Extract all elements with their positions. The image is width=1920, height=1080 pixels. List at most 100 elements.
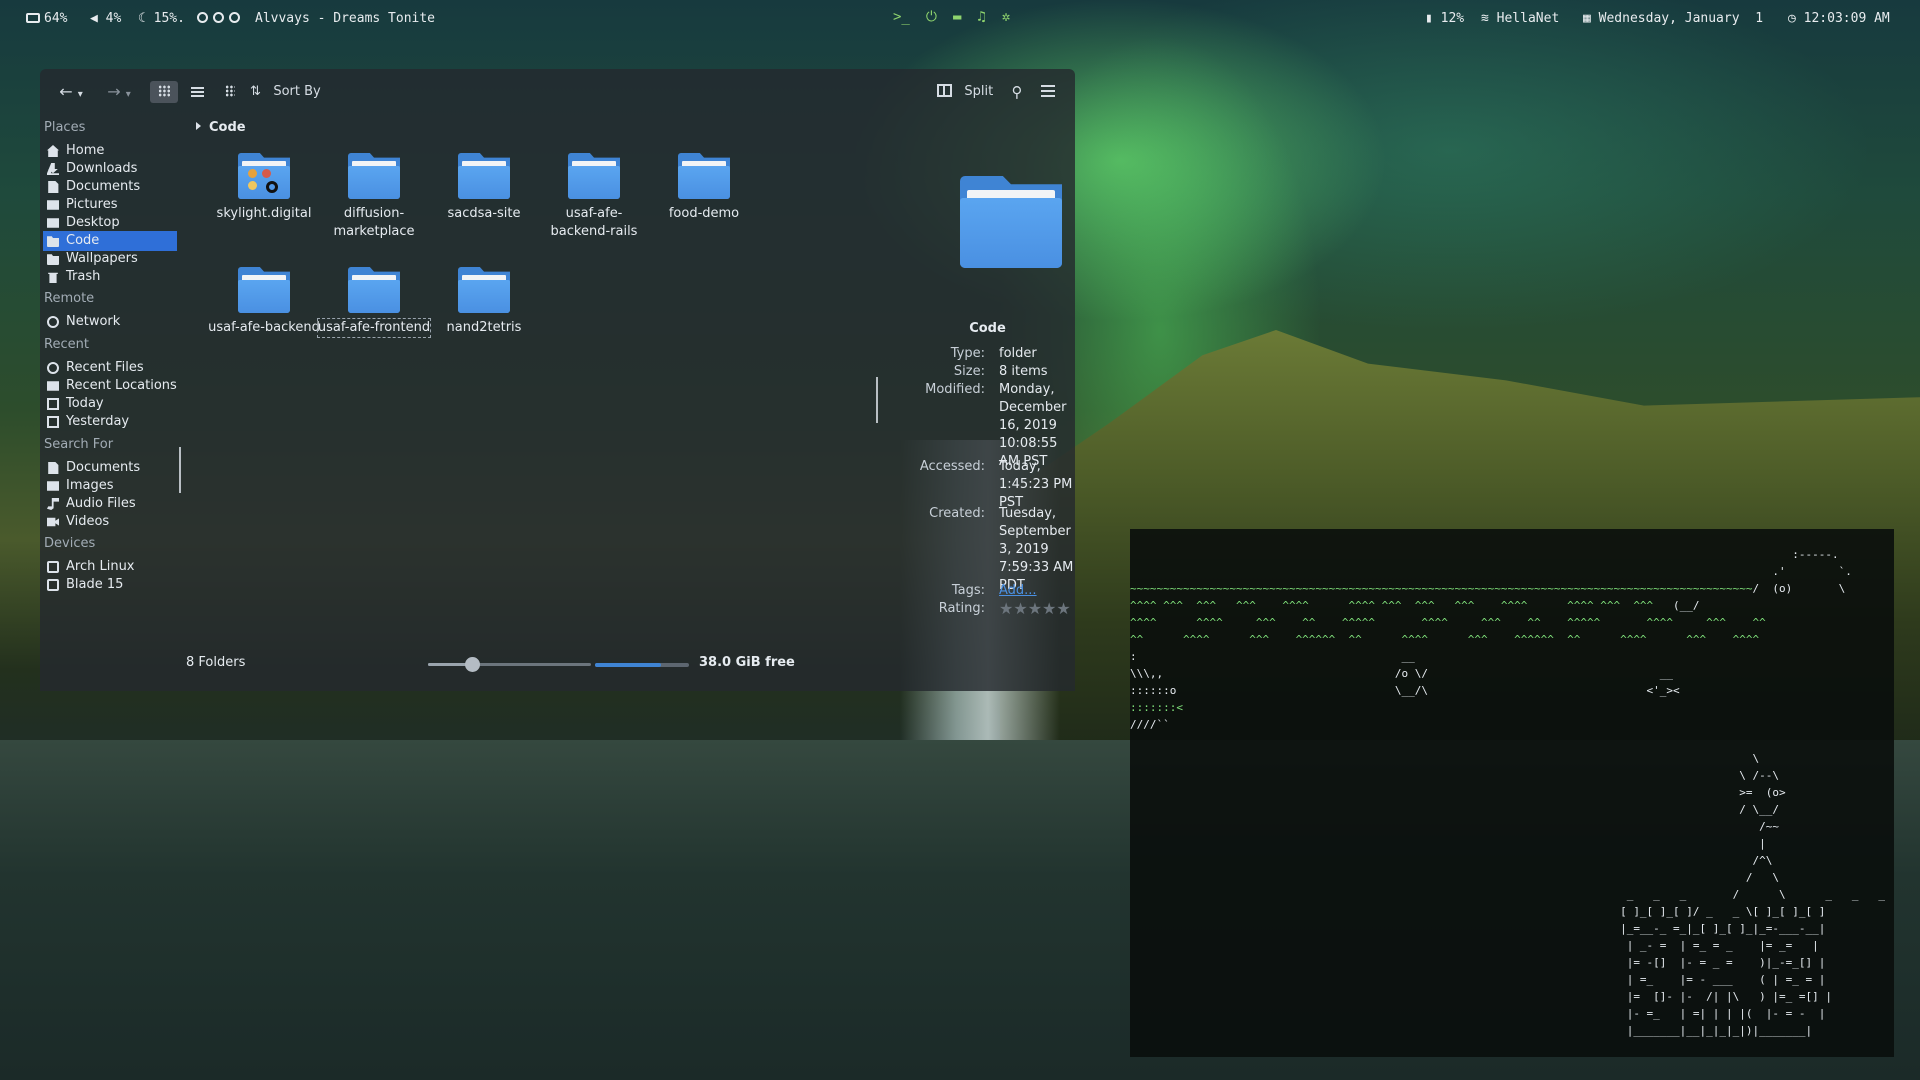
calendar-icon: ▦ [1583, 11, 1591, 26]
sidebar-item-search-documents[interactable]: Documents [43, 458, 177, 478]
menu-button[interactable] [1036, 81, 1060, 103]
next-icon[interactable] [229, 12, 240, 23]
sidebar-scrollbar[interactable] [179, 447, 181, 493]
folder-item[interactable]: food-demo [644, 153, 764, 223]
ascii-aquarium: :-----. .' `. ~~~~~~~~~~~~~~~~~~~~~~~~~~… [1130, 548, 1885, 1037]
calendar-icon [47, 416, 59, 428]
video-icon [47, 517, 59, 527]
content-area: Code skylight.digital diffusion- marketp… [184, 113, 894, 691]
info-panel: Code Type: folder Size: 8 items Modified: M… [900, 113, 1075, 691]
folder-item[interactable]: skylight.digital [204, 153, 324, 223]
wifi-icon: ≋ [1481, 11, 1489, 26]
skylight-emblem-icon [248, 169, 280, 195]
breadcrumb[interactable]: Code [196, 120, 246, 135]
speaker-icon: ◀ [90, 11, 98, 26]
sidebar-item-trash[interactable]: Trash [43, 267, 177, 287]
date-indicator[interactable]: ▦ Wednesday, January 1 [1583, 11, 1763, 26]
power-icon[interactable]: ⏻ [926, 9, 937, 25]
split-button[interactable]: Split [937, 81, 1002, 103]
right-battery-indicator[interactable]: ▮ 12% [1425, 11, 1464, 26]
previous-icon[interactable] [197, 12, 208, 23]
sidebar-item-yesterday[interactable]: Yesterday [43, 412, 177, 432]
gamepad-icon[interactable]: ✲ [1002, 9, 1010, 25]
icon-view-button[interactable] [150, 81, 178, 103]
battery-indicator[interactable]: 64% [26, 11, 67, 26]
sidebar-item-recent-files[interactable]: Recent Files [43, 358, 177, 378]
download-icon [47, 163, 59, 175]
search-for-heading: Search For [44, 437, 114, 452]
zoom-slider-handle[interactable] [465, 657, 480, 672]
sidebar-item-arch-linux[interactable]: Arch Linux [43, 557, 177, 577]
grid-icon [157, 85, 171, 97]
sidebar-item-blade-15[interactable]: Blade 15 [43, 575, 177, 595]
network-icon [47, 316, 59, 328]
sidebar-item-documents[interactable]: Documents [43, 177, 177, 197]
sidebar-item-downloads[interactable]: Downloads [43, 159, 177, 179]
list-view-button[interactable] [183, 81, 211, 103]
sidebar-item-desktop[interactable]: Desktop [43, 213, 177, 233]
disk-usage-fill [595, 663, 661, 667]
image-icon [47, 481, 59, 491]
calendar-icon [47, 398, 59, 410]
compact-grid-icon [225, 85, 235, 97]
devices-heading: Devices [44, 536, 96, 551]
chevron-down-icon[interactable]: ▾ [126, 89, 131, 100]
disk-icon [47, 561, 59, 573]
sidebar-item-search-images[interactable]: Images [43, 476, 177, 496]
sidebar-item-search-videos[interactable]: Videos [43, 512, 177, 532]
add-tags-link[interactable]: Add... [999, 582, 1075, 600]
content-scrollbar[interactable] [876, 377, 878, 423]
folder-item[interactable]: sacdsa-site [424, 153, 544, 223]
folder-item[interactable]: usaf-afe-frontend [314, 267, 434, 338]
folder-icon [458, 153, 510, 199]
sidebar-item-code[interactable]: Code [43, 231, 177, 251]
search-icon: ⚲ [1011, 83, 1023, 101]
terminal-icon[interactable]: >_ [893, 9, 910, 25]
music-icon[interactable]: ♫ [977, 9, 985, 25]
folder-icon [238, 267, 290, 313]
desktop-icon [47, 218, 59, 228]
hamburger-icon [1041, 85, 1055, 97]
document-icon [48, 462, 59, 474]
wifi-indicator[interactable]: ≋ HellaNet [1481, 11, 1559, 26]
sidebar-item-home[interactable]: Home [43, 141, 177, 161]
sidebar-item-search-audio[interactable]: Audio Files [43, 494, 177, 514]
sort-by-button[interactable]: ⇅ Sort By [250, 81, 355, 103]
folder-item[interactable]: diffusion- marketplace [314, 153, 434, 241]
file-manager-window: ← ▾ → ▾ ⇅ Sort By Split ⚲ Places Home Do… [40, 69, 1075, 691]
remote-heading: Remote [44, 291, 95, 306]
sidebar-item-pictures[interactable]: Pictures [43, 195, 177, 215]
sidebar-item-recent-locations[interactable]: Recent Locations [43, 376, 177, 396]
back-button[interactable]: ← ▾ [54, 81, 88, 103]
brightness-indicator[interactable]: ☾ 15%. [138, 11, 185, 26]
folder-item[interactable]: usaf-afe-backend [204, 267, 324, 337]
rating-stars[interactable]: ★★★★★ [999, 600, 1071, 618]
forward-button[interactable]: → ▾ [102, 81, 136, 103]
folder-icon [458, 267, 510, 313]
search-button[interactable]: ⚲ [1005, 81, 1029, 103]
volume-indicator[interactable]: ◀ 4% [90, 11, 121, 26]
trash-icon [48, 272, 58, 283]
folder-icon[interactable]: ▬ [953, 9, 961, 25]
folder-icon [678, 153, 730, 199]
play-pause-icon[interactable] [213, 12, 224, 23]
home-icon [47, 145, 59, 157]
toolbar: ← ▾ → ▾ ⇅ Sort By Split ⚲ [40, 69, 1075, 113]
zoom-slider[interactable] [428, 657, 591, 672]
folder-item[interactable]: nand2tetris [424, 267, 544, 337]
terminal-window[interactable]: :-----. .' `. ~~~~~~~~~~~~~~~~~~~~~~~~~~… [1130, 529, 1894, 1057]
folder-item[interactable]: usaf-afe- backend-rails [534, 153, 654, 241]
sidebar: Places Home Downloads Documents Pictures… [40, 113, 184, 691]
clock[interactable]: ◷ 12:03:09 AM [1788, 11, 1890, 26]
chevron-down-icon[interactable]: ▾ [78, 89, 83, 100]
clock-icon: ◷ [1788, 11, 1796, 26]
moon-icon: ☾ [138, 11, 146, 26]
compact-view-button[interactable] [216, 81, 244, 103]
now-playing: Alvvays - Dreams Tonite [255, 11, 436, 26]
sidebar-item-network[interactable]: Network [43, 312, 177, 332]
chevron-right-icon [196, 122, 201, 130]
list-icon [190, 87, 204, 97]
sidebar-item-today[interactable]: Today [43, 394, 177, 414]
sidebar-item-wallpapers[interactable]: Wallpapers [43, 249, 177, 269]
free-space-label: 38.0 GiB free [699, 655, 795, 670]
